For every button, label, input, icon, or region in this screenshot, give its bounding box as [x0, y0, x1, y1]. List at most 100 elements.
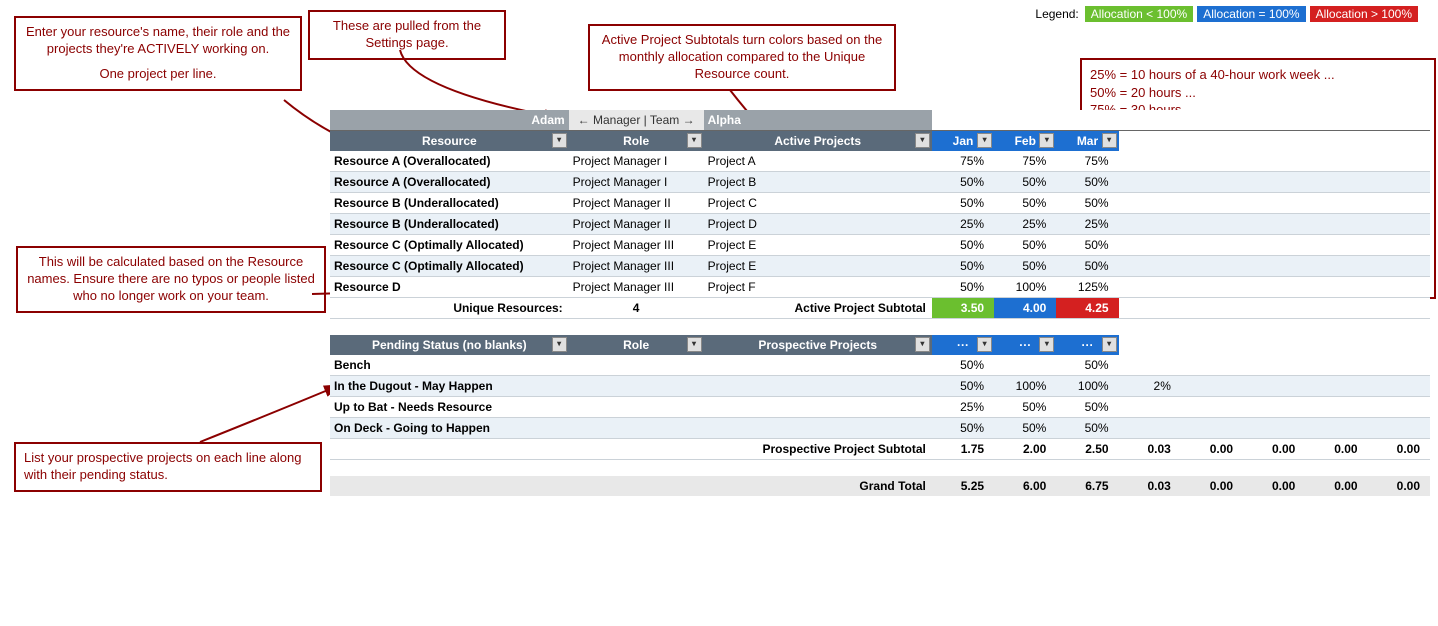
- col-month-hidden[interactable]: ···▾: [994, 335, 1056, 355]
- project-cell[interactable]: Project B: [704, 172, 932, 193]
- alloc-cell[interactable]: 75%: [1056, 151, 1118, 172]
- legend-label: Legend:: [1035, 7, 1078, 21]
- filter-dropdown-icon[interactable]: ▾: [687, 337, 702, 352]
- alloc-cell[interactable]: 50%: [1056, 193, 1118, 214]
- filter-dropdown-icon[interactable]: ▾: [552, 133, 567, 148]
- alloc-cell[interactable]: 25%: [932, 397, 994, 418]
- role-cell[interactable]: Project Manager II: [569, 214, 704, 235]
- filter-dropdown-icon[interactable]: ▾: [915, 337, 930, 352]
- alloc-cell[interactable]: 50%: [1056, 172, 1118, 193]
- alloc-cell[interactable]: 25%: [1056, 214, 1118, 235]
- alloc-cell[interactable]: 50%: [932, 277, 994, 298]
- resource-cell[interactable]: Resource A (Overallocated): [330, 151, 569, 172]
- alloc-cell[interactable]: 50%: [994, 256, 1056, 277]
- col-month-hidden[interactable]: ···▾: [1056, 335, 1118, 355]
- alloc-cell[interactable]: 125%: [1056, 277, 1118, 298]
- col-resource[interactable]: Resource▾: [330, 131, 569, 152]
- project-cell[interactable]: Project A: [704, 151, 932, 172]
- alloc-cell[interactable]: 25%: [932, 214, 994, 235]
- alloc-cell[interactable]: 50%: [932, 193, 994, 214]
- cell: 0.00: [1181, 476, 1243, 496]
- col-role[interactable]: Role▾: [569, 131, 704, 152]
- resource-cell[interactable]: Resource C (Optimally Allocated): [330, 235, 569, 256]
- role-cell[interactable]: [569, 397, 704, 418]
- alloc-cell[interactable]: 50%: [994, 418, 1056, 439]
- alloc-cell[interactable]: 50%: [994, 193, 1056, 214]
- alloc-cell[interactable]: 100%: [1056, 376, 1118, 397]
- alloc-cell[interactable]: 50%: [1056, 235, 1118, 256]
- resource-cell[interactable]: Resource C (Optimally Allocated): [330, 256, 569, 277]
- role-cell[interactable]: Project Manager III: [569, 277, 704, 298]
- col-month-feb[interactable]: Feb▾: [994, 131, 1056, 152]
- alloc-cell[interactable]: 2%: [1119, 376, 1181, 397]
- alloc-cell[interactable]: 75%: [994, 151, 1056, 172]
- alloc-cell[interactable]: 50%: [932, 256, 994, 277]
- legend-equal-swatch: Allocation = 100%: [1197, 6, 1305, 22]
- callout-text: 50% = 20 hours ...: [1090, 84, 1426, 102]
- alloc-cell[interactable]: 50%: [994, 172, 1056, 193]
- alloc-cell[interactable]: 50%: [1056, 397, 1118, 418]
- filter-dropdown-icon[interactable]: ▾: [1102, 133, 1117, 148]
- project-cell[interactable]: Project F: [704, 277, 932, 298]
- role-cell[interactable]: Project Manager II: [569, 193, 704, 214]
- col-month-mar[interactable]: Mar▾: [1056, 131, 1118, 152]
- filter-dropdown-icon[interactable]: ▾: [1039, 133, 1054, 148]
- role-cell[interactable]: [569, 376, 704, 397]
- project-cell[interactable]: [704, 418, 932, 439]
- resource-cell[interactable]: Resource A (Overallocated): [330, 172, 569, 193]
- col-projects[interactable]: Active Projects▾: [704, 131, 932, 152]
- role-cell[interactable]: [569, 418, 704, 439]
- col-role-2[interactable]: Role▾: [569, 335, 704, 355]
- role-cell[interactable]: Project Manager I: [569, 172, 704, 193]
- project-cell[interactable]: [704, 397, 932, 418]
- pending-status-cell[interactable]: Bench: [330, 355, 569, 376]
- filter-dropdown-icon[interactable]: ▾: [1039, 337, 1054, 352]
- pending-status-cell[interactable]: Up to Bat - Needs Resource: [330, 397, 569, 418]
- col-month-hidden[interactable]: ···▾: [932, 335, 994, 355]
- col-month-jan[interactable]: Jan▾: [932, 131, 994, 152]
- role-cell[interactable]: Project Manager III: [569, 235, 704, 256]
- alloc-cell[interactable]: 50%: [932, 418, 994, 439]
- table-row: In the Dugout - May Happen50%100%100%2%: [330, 376, 1430, 397]
- alloc-cell[interactable]: 25%: [994, 214, 1056, 235]
- alloc-cell[interactable]: 50%: [1056, 256, 1118, 277]
- alloc-cell[interactable]: 50%: [994, 397, 1056, 418]
- project-cell[interactable]: Project D: [704, 214, 932, 235]
- filter-dropdown-icon[interactable]: ▾: [687, 133, 702, 148]
- pending-status-cell[interactable]: In the Dugout - May Happen: [330, 376, 569, 397]
- filter-dropdown-icon[interactable]: ▾: [977, 337, 992, 352]
- alloc-cell[interactable]: 75%: [932, 151, 994, 172]
- alloc-cell[interactable]: 100%: [994, 277, 1056, 298]
- team-name-cell[interactable]: Alpha: [704, 110, 932, 131]
- project-cell[interactable]: Project C: [704, 193, 932, 214]
- filter-dropdown-icon[interactable]: ▾: [977, 133, 992, 148]
- alloc-cell[interactable]: 50%: [1056, 418, 1118, 439]
- filter-dropdown-icon[interactable]: ▾: [552, 337, 567, 352]
- alloc-cell[interactable]: [994, 355, 1056, 376]
- filter-dropdown-icon[interactable]: ▾: [915, 133, 930, 148]
- manager-name-cell[interactable]: Adam: [330, 110, 569, 131]
- alloc-cell[interactable]: 50%: [932, 172, 994, 193]
- resource-cell[interactable]: Resource B (Underallocated): [330, 214, 569, 235]
- role-cell[interactable]: Project Manager I: [569, 151, 704, 172]
- alloc-cell[interactable]: 50%: [1056, 355, 1118, 376]
- role-cell[interactable]: [569, 355, 704, 376]
- pending-status-cell[interactable]: On Deck - Going to Happen: [330, 418, 569, 439]
- alloc-cell[interactable]: 50%: [932, 355, 994, 376]
- table-row: Resource B (Underallocated)Project Manag…: [330, 193, 1430, 214]
- filter-dropdown-icon[interactable]: ▾: [1102, 337, 1117, 352]
- resource-cell[interactable]: Resource B (Underallocated): [330, 193, 569, 214]
- alloc-cell[interactable]: 50%: [994, 235, 1056, 256]
- col-prospective[interactable]: Prospective Projects▾: [704, 335, 932, 355]
- col-pending-status[interactable]: Pending Status (no blanks)▾: [330, 335, 569, 355]
- alloc-cell[interactable]: 50%: [932, 376, 994, 397]
- project-cell[interactable]: Project E: [704, 235, 932, 256]
- resource-cell[interactable]: Resource D: [330, 277, 569, 298]
- alloc-cell[interactable]: 100%: [994, 376, 1056, 397]
- role-cell[interactable]: Project Manager III: [569, 256, 704, 277]
- project-cell[interactable]: [704, 376, 932, 397]
- project-cell[interactable]: Project E: [704, 256, 932, 277]
- project-cell[interactable]: [704, 355, 932, 376]
- alloc-cell[interactable]: 50%: [932, 235, 994, 256]
- callout-text: Enter your resource's name, their role a…: [24, 24, 292, 58]
